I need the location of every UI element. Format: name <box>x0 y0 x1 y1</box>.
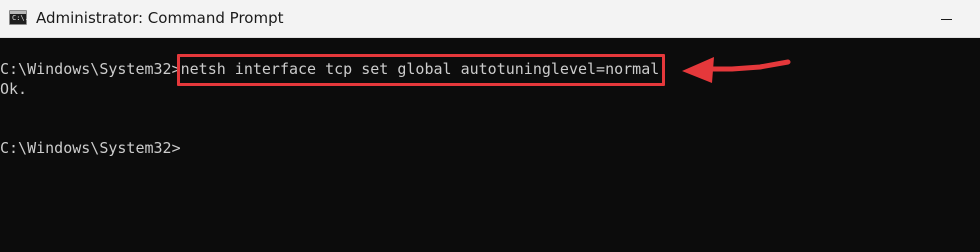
console-line-output: Ok. <box>0 79 27 99</box>
window-title: Administrator: Command Prompt <box>36 9 284 27</box>
minimize-button[interactable] <box>920 0 970 37</box>
console-line-prompt: C:\Windows\System32> <box>0 138 181 158</box>
console-output[interactable]: C:\Windows\System32>netsh interface tcp … <box>0 38 980 252</box>
command-prompt-window: C:\. Administrator: Command Prompt C:\Wi… <box>0 0 980 252</box>
output-text: Ok. <box>0 80 28 98</box>
icon-glyph: C:\. <box>12 14 29 22</box>
command-text: netsh interface tcp set global autotunin… <box>180 60 660 78</box>
title-bar[interactable]: C:\. Administrator: Command Prompt <box>0 0 980 38</box>
prompt-text: C:\Windows\System32> <box>0 60 181 78</box>
console-line-command: C:\Windows\System32>netsh interface tcp … <box>0 59 659 79</box>
command-prompt-icon: C:\. <box>9 10 29 25</box>
scrollbar[interactable] <box>974 38 980 252</box>
prompt-text-current: C:\Windows\System32> <box>0 139 181 157</box>
minimize-icon <box>941 19 952 20</box>
